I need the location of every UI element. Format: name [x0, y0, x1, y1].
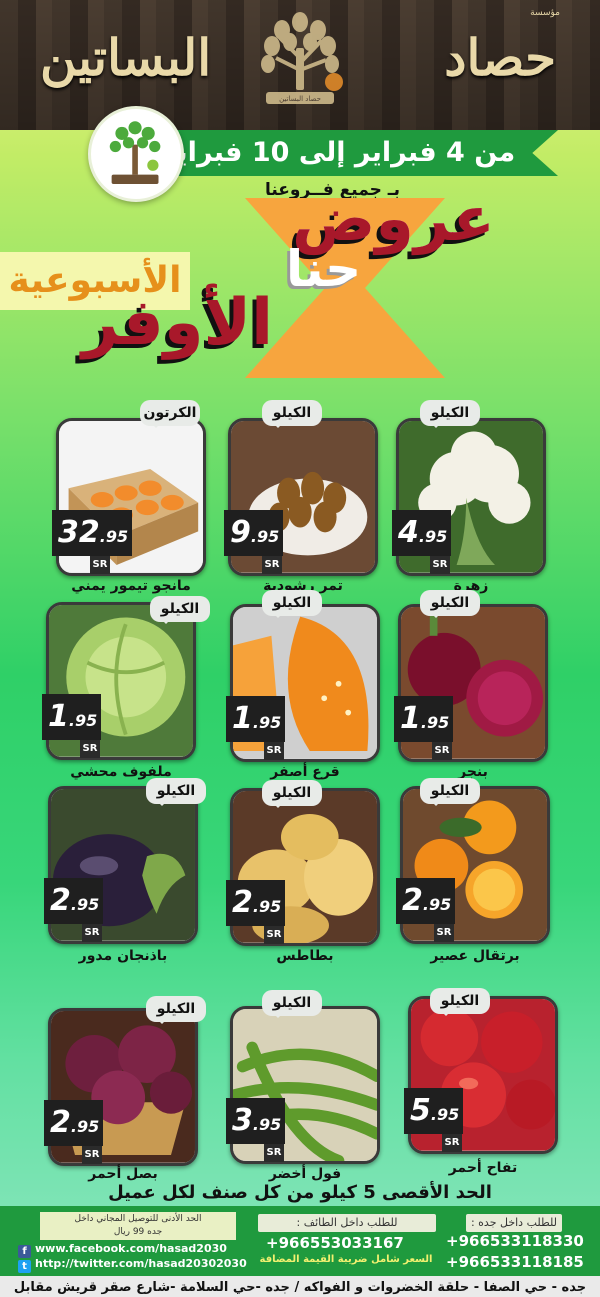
address-bar: جده - حي الصفا - حلقة الخضروات و الفواكه…	[0, 1274, 600, 1297]
price-tag: 2.95	[226, 880, 286, 926]
price-tag: 4.95	[392, 510, 452, 556]
headline-best: الأوفر	[82, 286, 274, 360]
price-tag: 2.95	[44, 878, 104, 924]
brand-word-right: حصاد	[444, 28, 556, 87]
unit-tag: الكيلو	[420, 400, 480, 428]
price-decimal: .95	[430, 1105, 460, 1124]
price-whole: 1	[232, 701, 253, 736]
tree-logo-icon: حصاد البساتين	[261, 12, 343, 104]
currency-label: SR	[82, 1146, 102, 1164]
unit-tag: الكيلو	[420, 778, 480, 806]
currency-label: SR	[264, 742, 284, 760]
svg-text:حصاد البساتين: حصاد البساتين	[279, 95, 321, 103]
unit-tag: الكيلو	[262, 400, 322, 428]
price-tag: 3.95	[226, 1098, 286, 1144]
price-decimal: .95	[252, 1115, 282, 1134]
price-decimal: .95	[422, 895, 452, 914]
price-tag: 9.95	[224, 510, 284, 556]
price-tag: 1.95	[394, 696, 454, 742]
price-whole: 9	[230, 515, 251, 550]
price-decimal: .95	[99, 527, 129, 546]
unit-tag: الكيلو	[262, 590, 322, 618]
currency-label: SR	[80, 740, 100, 758]
price-whole: 2	[50, 1105, 71, 1140]
unit-tag: الكيلو	[150, 596, 210, 624]
product-name: باذنجان مدور	[78, 948, 168, 964]
price-tag: 1.95	[226, 696, 286, 742]
product-name: تفاح أحمر	[448, 1160, 518, 1176]
vat-note: السعر شامل ضريبة القيمة المضافة	[259, 1254, 433, 1265]
unit-tag: الكيلو	[430, 988, 490, 1016]
brand-word-left: البساتين	[40, 28, 212, 87]
currency-label: SR	[442, 1134, 462, 1152]
currency-label: SR	[90, 556, 110, 574]
price-decimal: .95	[68, 711, 98, 730]
header-small-tag: مؤسسة	[530, 8, 560, 18]
headline-ours: حنا	[286, 240, 362, 298]
price-decimal: .95	[252, 897, 282, 916]
unit-tag: الكرتون	[140, 400, 200, 428]
unit-tag: الكيلو	[420, 590, 480, 618]
price-tag: 2.95	[44, 1100, 104, 1146]
price-whole: 5	[410, 1093, 431, 1128]
currency-label: SR	[82, 924, 102, 942]
price-whole: 32	[58, 515, 100, 550]
jeddah-phone-2[interactable]: +966533118185	[446, 1253, 584, 1271]
price-whole: 4	[398, 515, 419, 550]
product-name: فول أخضر	[268, 1166, 342, 1182]
product-name: مانجو تيمور يمني	[71, 578, 191, 594]
price-whole: 1	[48, 699, 69, 734]
currency-label: SR	[432, 742, 452, 760]
price-whole: 3	[232, 1103, 253, 1138]
jeddah-label: للطلب داخل جده :	[466, 1214, 562, 1232]
tree-logo-icon	[109, 121, 161, 184]
currency-label: SR	[434, 924, 454, 942]
min-delivery-box: الحد الأدنى للتوصيل المجاني داخل جده 99 …	[40, 1212, 236, 1240]
currency-label: SR	[264, 1144, 284, 1162]
twitter-url[interactable]: http://twitter.com/hasad20302030	[35, 1257, 247, 1270]
price-decimal: .95	[70, 895, 100, 914]
product-name: برتقال عصير	[430, 948, 520, 964]
twitter-link[interactable]: t http://twitter.com/hasad20302030	[18, 1257, 247, 1273]
price-whole: 2	[402, 883, 423, 918]
unit-tag: الكيلو	[262, 990, 322, 1018]
currency-label: SR	[262, 556, 282, 574]
jeddah-phone-1[interactable]: +966533118330	[446, 1232, 584, 1250]
twitter-icon: t	[18, 1260, 31, 1273]
price-tag: 2.95	[396, 878, 456, 924]
round-logo	[88, 106, 184, 202]
price-decimal: .95	[418, 527, 448, 546]
price-decimal: .95	[70, 1117, 100, 1136]
product-name: قرع أصفر	[270, 764, 340, 780]
price-tag: 5.95	[404, 1088, 464, 1134]
price-tag: 1.95	[42, 694, 102, 740]
quantity-limit: الحد الأقصى 5 كيلو من كل صنف لكل عميل	[108, 1182, 492, 1203]
price-decimal: .95	[420, 713, 450, 732]
price-whole: 2	[50, 883, 71, 918]
product-name: بطاطس	[276, 948, 334, 964]
facebook-link[interactable]: f www.facebook.com/hasad2030	[18, 1242, 227, 1258]
taif-label: للطلب داخل الطائف :	[258, 1214, 436, 1232]
header-wood-banner: مؤسسة حصاد البساتين حصاد البساتين	[0, 0, 600, 130]
price-tag: 32.95	[52, 510, 133, 556]
unit-tag: الكيلو	[262, 780, 322, 808]
min-delivery-line-2: جده 99 ريال	[113, 1227, 163, 1237]
unit-tag: الكيلو	[146, 778, 206, 806]
price-decimal: .95	[250, 527, 280, 546]
price-whole: 1	[400, 701, 421, 736]
unit-tag: الكيلو	[146, 996, 206, 1024]
facebook-url[interactable]: www.facebook.com/hasad2030	[35, 1242, 227, 1255]
price-decimal: .95	[252, 713, 282, 732]
min-delivery-line-1: الحد الأدنى للتوصيل المجاني داخل	[74, 1214, 202, 1224]
taif-phone[interactable]: +966553033167	[266, 1234, 404, 1252]
currency-label: SR	[264, 926, 284, 944]
currency-label: SR	[430, 556, 450, 574]
date-range: من 4 فبراير إلى 10 فبراير	[160, 137, 516, 168]
product-name: بصل أحمر	[88, 1166, 158, 1182]
price-whole: 2	[232, 885, 253, 920]
